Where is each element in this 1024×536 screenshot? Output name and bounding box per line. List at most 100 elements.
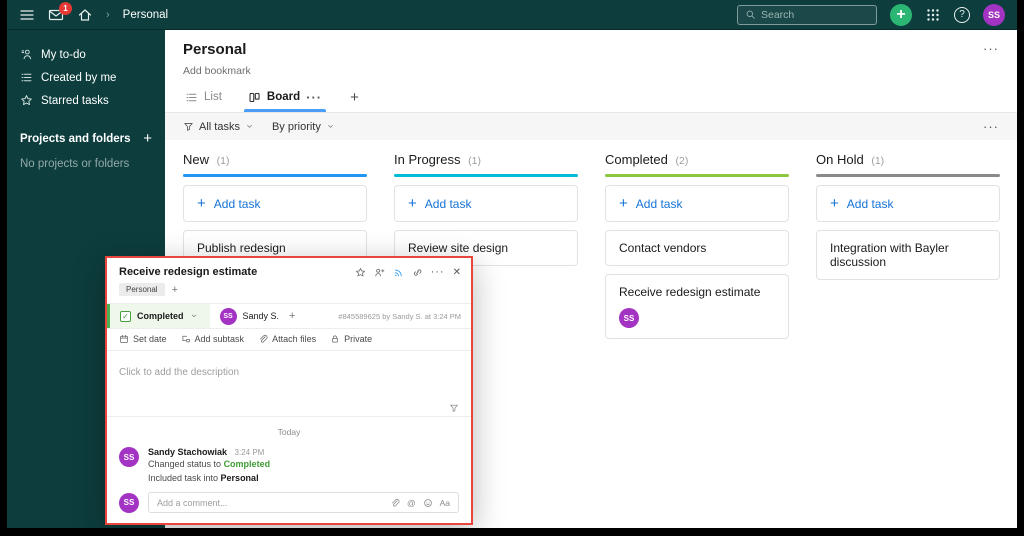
add-tag-button[interactable]: + — [172, 284, 178, 296]
filter-bar: All tasks By priority ··· — [165, 113, 1017, 140]
activity-funnel-icon[interactable] — [449, 403, 459, 413]
add-task-button[interactable]: + Add task — [816, 185, 1000, 222]
task-card-selected[interactable]: Receive redesign estimate SS — [605, 274, 789, 339]
activity-entry: SS Sandy Stachowiak 3:24 PM Changed stat… — [119, 447, 459, 484]
inbox-button[interactable]: 1 — [48, 7, 64, 23]
sidebar-item-my-todo[interactable]: My to-do — [7, 43, 165, 66]
assignee-avatar[interactable]: SS — [220, 308, 237, 325]
board-view-icon — [248, 91, 261, 104]
breadcrumb[interactable]: Personal — [123, 9, 168, 21]
description-placeholder[interactable]: Click to add the description — [107, 351, 471, 403]
add-assignee-button[interactable]: + — [289, 310, 295, 322]
star-task-icon[interactable] — [355, 267, 366, 278]
paperclip-icon — [258, 334, 268, 344]
add-task-button[interactable]: + Add task — [394, 185, 578, 222]
column-count: (2) — [676, 155, 689, 167]
search-input[interactable] — [761, 9, 861, 21]
create-new-button[interactable]: + — [890, 4, 912, 26]
active-tab-underline — [244, 109, 326, 112]
task-status-row: ✓ Completed SS Sandy S. + #845589625 by … — [107, 303, 471, 329]
board-column-completed: Completed (2) + Add task Contact vendors… — [605, 150, 789, 339]
column-color-bar — [394, 174, 578, 177]
task-title[interactable]: Receive redesign estimate — [119, 266, 257, 278]
column-color-bar — [183, 174, 367, 177]
user-avatar[interactable]: SS — [983, 4, 1005, 26]
tab-list[interactable]: List — [183, 82, 224, 112]
follow-feed-icon[interactable] — [393, 267, 404, 278]
task-card[interactable]: Integration with Bayler discussion — [816, 230, 1000, 280]
subtask-icon — [181, 334, 191, 344]
task-filter-dropdown[interactable]: All tasks — [183, 121, 254, 133]
private-button[interactable]: Private — [330, 334, 372, 344]
apps-grid-icon[interactable] — [925, 7, 941, 23]
comment-avatar: SS — [119, 447, 139, 467]
add-follower-icon[interactable] — [374, 267, 385, 278]
tab-board[interactable]: Board ··· — [246, 82, 324, 112]
task-id-meta: #845589625 by Sandy S. at 3:24 PM — [338, 312, 471, 321]
task-more-button[interactable]: ··· — [431, 267, 445, 278]
column-name: New — [183, 152, 209, 167]
top-bar: 1 › Personal + ? SS — [7, 0, 1017, 30]
page-more-button[interactable]: ··· — [983, 42, 999, 55]
home-icon[interactable] — [77, 7, 93, 23]
status-label: Completed — [137, 311, 184, 321]
task-detail-panel: Receive redesign estimate ··· ✕ Personal… — [105, 256, 473, 525]
star-icon — [20, 94, 33, 107]
assignee-section: SS Sandy S. + — [210, 304, 306, 328]
add-subtask-button[interactable]: Add subtask — [181, 334, 245, 344]
permalink-icon[interactable] — [412, 267, 423, 278]
add-task-button[interactable]: + Add task — [605, 185, 789, 222]
mention-icon[interactable]: @ — [407, 498, 416, 508]
activity-filter-row — [107, 403, 471, 417]
sidebar-item-starred-tasks[interactable]: Starred tasks — [7, 89, 165, 112]
plus-icon: + — [830, 196, 839, 211]
add-view-button[interactable]: + — [350, 82, 359, 112]
activity-day-divider: Today — [119, 427, 459, 437]
task-toolbar: Set date Add subtask Attach files Privat… — [107, 329, 471, 351]
task-tags-row: Personal + — [107, 281, 471, 303]
page-header: Personal Add bookmark ··· — [165, 30, 1017, 82]
comment-input-row: SS @ Aa — [107, 484, 471, 523]
emoji-icon[interactable] — [423, 498, 433, 508]
activity-stream: Today SS Sandy Stachowiak 3:24 PM Change… — [107, 417, 471, 484]
attach-files-button[interactable]: Attach files — [258, 334, 316, 344]
chevron-down-icon — [190, 312, 198, 320]
hamburger-menu-icon[interactable] — [19, 7, 35, 23]
assignee-avatar: SS — [619, 308, 639, 328]
chevron-down-icon — [326, 122, 335, 131]
text-format-icon[interactable]: Aa — [440, 498, 450, 508]
search-box[interactable] — [737, 5, 877, 25]
sidebar-item-label: Created by me — [41, 72, 116, 84]
attach-comment-icon[interactable] — [390, 498, 400, 508]
activity-line: Included task into Personal — [148, 471, 296, 484]
assignee-name[interactable]: Sandy S. — [243, 311, 280, 321]
add-task-button[interactable]: + Add task — [183, 185, 367, 222]
tab-board-options-button[interactable]: ··· — [306, 91, 322, 104]
help-button[interactable]: ? — [954, 7, 970, 23]
comment-input[interactable] — [157, 498, 383, 508]
close-icon[interactable]: ✕ — [453, 267, 461, 278]
grouping-dropdown[interactable]: By priority — [272, 121, 335, 133]
chevron-down-icon — [245, 122, 254, 131]
completed-checkbox[interactable]: ✓ — [120, 311, 131, 322]
search-icon — [745, 9, 756, 20]
column-color-bar — [816, 174, 1000, 177]
project-tag-chip[interactable]: Personal — [119, 283, 165, 296]
add-bookmark-link[interactable]: Add bookmark — [183, 65, 1001, 77]
list-icon — [20, 71, 33, 84]
set-date-button[interactable]: Set date — [119, 334, 167, 344]
column-name: Completed — [605, 152, 668, 167]
page-title: Personal — [183, 41, 1001, 58]
add-project-button[interactable]: + — [143, 130, 152, 147]
activity-line: Changed status to Completed — [148, 457, 296, 471]
column-name: On Hold — [816, 152, 864, 167]
status-dropdown[interactable]: ✓ Completed — [110, 304, 210, 328]
column-count: (1) — [468, 155, 481, 167]
task-card[interactable]: Contact vendors — [605, 230, 789, 266]
lock-icon — [330, 334, 340, 344]
board-more-button[interactable]: ··· — [983, 120, 999, 133]
comment-author: Sandy Stachowiak — [148, 447, 227, 457]
column-color-bar — [605, 174, 789, 177]
sidebar-item-created-by-me[interactable]: Created by me — [7, 66, 165, 89]
comment-input-box[interactable]: @ Aa — [148, 492, 459, 513]
